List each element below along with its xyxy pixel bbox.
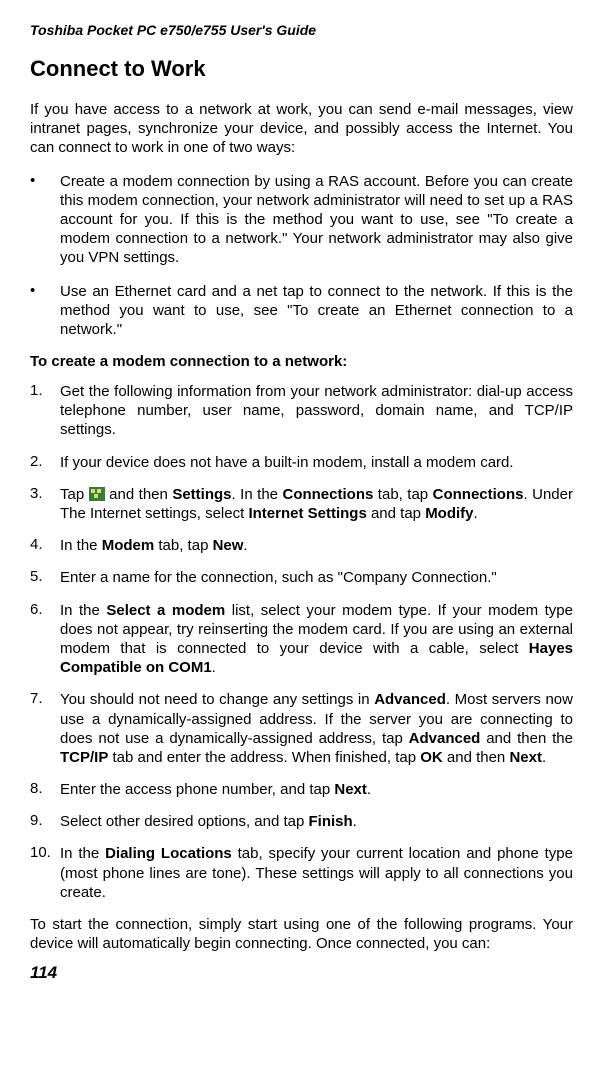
step-text: You should not need to change any settin… [60,690,573,767]
step-text: In the Dialing Locations tab, specify yo… [60,844,573,902]
page-container: Toshiba Pocket PC e750/e755 User's Guide… [0,0,591,1003]
step-number: 6. [30,601,60,678]
bold-text: New [213,537,244,554]
step-text: Select other desired options, and tap Fi… [60,812,357,831]
step-number: 2. [30,453,60,472]
start-flag-icon [89,487,105,501]
list-item: 10. In the Dialing Locations tab, specif… [30,844,573,902]
list-item: 8. Enter the access phone number, and ta… [30,780,573,799]
text-run: You should not need to change any settin… [60,691,374,708]
list-item: 3. Tap and then Settings. In the Connect… [30,485,573,523]
bold-text: Modem [102,537,155,554]
step-number: 10. [30,844,60,902]
bold-text: Advanced [409,730,481,747]
text-run: Select other desired options, and tap [60,813,309,830]
bold-text: Advanced [374,691,446,708]
section-title: Connect to Work [30,56,573,82]
text-run: tab, tap [373,486,432,503]
step-number: 4. [30,536,60,555]
step-text: Enter a name for the connection, such as… [60,568,497,587]
text-run: . In the [232,486,283,503]
step-number: 5. [30,568,60,587]
bold-text: OK [420,749,443,766]
text-run: Tap [60,486,89,503]
bold-text: Connections [433,486,524,503]
bold-text: Settings [172,486,231,503]
step-number: 3. [30,485,60,523]
list-item: 7. You should not need to change any set… [30,690,573,767]
text-run: . [542,749,546,766]
text-run: . [243,537,247,554]
step-number: 1. [30,382,60,440]
list-item: 6. In the Select a modem list, select yo… [30,601,573,678]
bullet-list: • Create a modem connection by using a R… [30,172,573,340]
text-run: tab, tap [154,537,212,554]
bold-text: Next [509,749,542,766]
text-run: . [474,505,478,522]
step-text: Enter the access phone number, and tap N… [60,780,371,799]
bold-text: Select a modem [106,602,225,619]
bold-text: Finish [309,813,353,830]
step-number: 8. [30,780,60,799]
bold-text: Modify [425,505,473,522]
text-run: and then [443,749,510,766]
text-run: tab and enter the address. When finished… [108,749,420,766]
text-run: Enter the access phone number, and tap [60,781,334,798]
text-run: In the [60,602,106,619]
list-item: 9. Select other desired options, and tap… [30,812,573,831]
bullet-text: Create a modem connection by using a RAS… [60,172,573,268]
list-item: 1. Get the following information from yo… [30,382,573,440]
list-item: 2. If your device does not have a built-… [30,453,573,472]
steps-list: 1. Get the following information from yo… [30,382,573,902]
list-item: 5. Enter a name for the connection, such… [30,568,573,587]
intro-paragraph: If you have access to a network at work,… [30,100,573,158]
step-text: Tap and then Settings. In the Connection… [60,485,573,523]
text-run: . [367,781,371,798]
bold-text: Internet Settings [248,505,366,522]
bullet-marker: • [30,282,60,340]
text-run: and tap [367,505,425,522]
list-item: • Create a modem connection by using a R… [30,172,573,268]
bullet-marker: • [30,172,60,268]
step-number: 7. [30,690,60,767]
subheading: To create a modem connection to a networ… [30,353,573,370]
running-head: Toshiba Pocket PC e750/e755 User's Guide [30,22,573,38]
bold-text: Connections [282,486,373,503]
list-item: • Use an Ethernet card and a net tap to … [30,282,573,340]
text-run: In the [60,537,102,554]
text-run: . [353,813,357,830]
step-text: In the Modem tab, tap New. [60,536,248,555]
bold-text: Dialing Locations [105,845,232,862]
text-run: and then [105,486,173,503]
step-text: In the Select a modem list, select your … [60,601,573,678]
closing-paragraph: To start the connection, simply start us… [30,915,573,953]
page-number: 114 [30,963,573,983]
step-number: 9. [30,812,60,831]
text-run: In the [60,845,105,862]
text-run: and then the [480,730,573,747]
bullet-text: Use an Ethernet card and a net tap to co… [60,282,573,340]
list-item: 4. In the Modem tab, tap New. [30,536,573,555]
step-text: If your device does not have a built-in … [60,453,514,472]
bold-text: TCP/IP [60,749,108,766]
text-run: . [212,659,216,676]
bold-text: Next [334,781,367,798]
step-text: Get the following information from your … [60,382,573,440]
